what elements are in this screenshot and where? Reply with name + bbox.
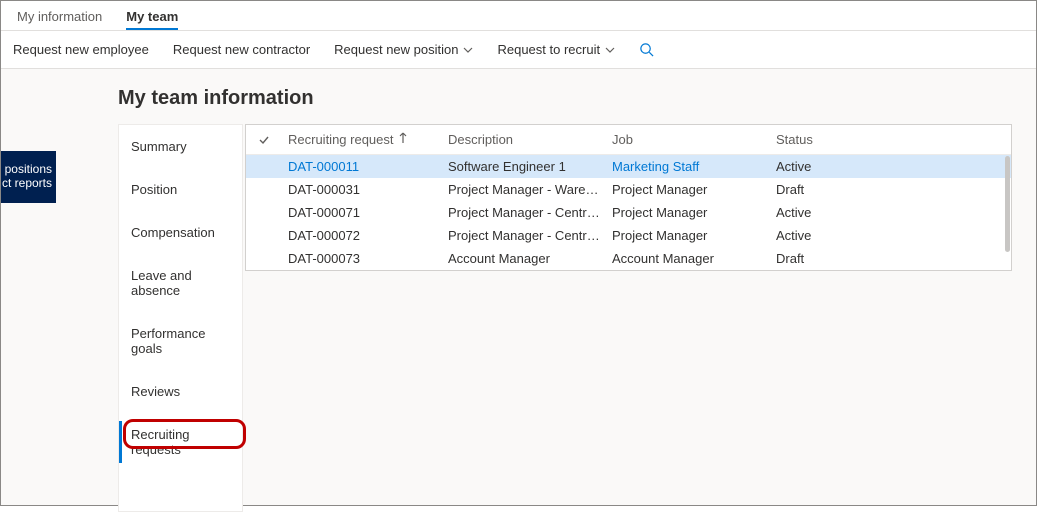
cell-status: Draft — [770, 251, 890, 266]
cell-description: Project Manager - Central region — [442, 228, 606, 243]
table-row[interactable]: DAT-000011Software Engineer 1Marketing S… — [246, 155, 1011, 178]
table-row[interactable]: DAT-000071Project Manager - Central divi… — [246, 201, 1011, 224]
sidebar-item-compensation[interactable]: Compensation — [119, 211, 242, 254]
positions-tile-line2: ct reports — [1, 176, 52, 190]
cell-request[interactable]: DAT-000071 — [282, 205, 442, 220]
grid-header: Recruiting requestDescriptionJobStatus — [246, 125, 1011, 155]
chevron-down-icon — [605, 45, 615, 55]
column-recruiting-request[interactable]: Recruiting request — [282, 132, 442, 147]
sidebar-item-leave-and-absence[interactable]: Leave and absence — [119, 254, 242, 312]
cell-description: Project Manager - Central divisi… — [442, 205, 606, 220]
action-request-new-employee[interactable]: Request new employee — [1, 31, 161, 69]
column-status[interactable]: Status — [770, 132, 890, 147]
tab-my-information[interactable]: My information — [5, 3, 114, 29]
table-row[interactable]: DAT-000072Project Manager - Central regi… — [246, 224, 1011, 247]
table-row[interactable]: DAT-000031Project Manager - WarehousePro… — [246, 178, 1011, 201]
action-bar: Request new employeeRequest new contract… — [1, 31, 1036, 69]
cell-status: Draft — [770, 182, 890, 197]
cell-description: Software Engineer 1 — [442, 159, 606, 174]
cell-description: Project Manager - Warehouse — [442, 182, 606, 197]
sidebar-item-recruiting-requests[interactable]: Recruiting requests — [119, 413, 242, 471]
search-icon[interactable] — [639, 42, 654, 57]
cell-status: Active — [770, 228, 890, 243]
cell-description: Account Manager — [442, 251, 606, 266]
cell-job[interactable]: Project Manager — [606, 205, 770, 220]
column-job[interactable]: Job — [606, 132, 770, 147]
column-description[interactable]: Description — [442, 132, 606, 147]
top-tabbar: My informationMy team — [1, 1, 1036, 31]
cell-request[interactable]: DAT-000073 — [282, 251, 442, 266]
side-panel: SummaryPositionCompensationLeave and abs… — [118, 124, 243, 512]
page-title: My team information — [118, 87, 1012, 110]
cell-job[interactable]: Marketing Staff — [606, 159, 770, 174]
action-request-to-recruit[interactable]: Request to recruit — [485, 31, 627, 69]
sidebar-item-summary[interactable]: Summary — [119, 125, 242, 168]
cell-status: Active — [770, 159, 890, 174]
column-select[interactable] — [246, 134, 282, 146]
cell-request[interactable]: DAT-000031 — [282, 182, 442, 197]
cell-request[interactable]: DAT-000011 — [282, 159, 442, 174]
action-request-new-position[interactable]: Request new position — [322, 31, 485, 69]
cell-job[interactable]: Project Manager — [606, 182, 770, 197]
cell-request[interactable]: DAT-000072 — [282, 228, 442, 243]
cell-job[interactable]: Account Manager — [606, 251, 770, 266]
sort-asc-icon — [398, 132, 408, 147]
tab-my-team[interactable]: My team — [114, 3, 190, 29]
sidebar-item-performance-goals[interactable]: Performance goals — [119, 312, 242, 370]
check-icon — [258, 134, 270, 146]
table-row[interactable]: DAT-000073Account ManagerAccount Manager… — [246, 247, 1011, 270]
positions-tile[interactable]: positions ct reports — [1, 151, 56, 203]
scrollbar-thumb[interactable] — [1005, 156, 1010, 252]
sidebar-item-reviews[interactable]: Reviews — [119, 370, 242, 413]
cell-status: Active — [770, 205, 890, 220]
chevron-down-icon — [463, 45, 473, 55]
action-request-new-contractor[interactable]: Request new contractor — [161, 31, 322, 69]
positions-tile-line1: positions — [1, 162, 52, 176]
cell-job[interactable]: Project Manager — [606, 228, 770, 243]
highlight-callout — [123, 419, 246, 449]
recruiting-grid: Recruiting requestDescriptionJobStatus D… — [245, 124, 1012, 271]
sidebar-item-position[interactable]: Position — [119, 168, 242, 211]
